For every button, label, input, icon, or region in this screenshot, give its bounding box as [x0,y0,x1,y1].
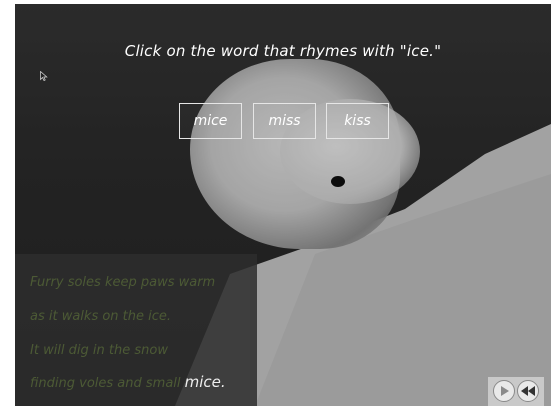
poem-highlight-word: mice. [184,373,226,391]
play-forward-icon[interactable] [493,380,515,402]
mouse-pointer-icon [40,71,48,81]
choice-mice-button[interactable]: mice [179,103,242,139]
choice-miss-button[interactable]: miss [253,103,316,139]
poem-line-4-text: finding voles and small [30,376,181,391]
poem-line-2: as it walks on the ice. [30,309,172,324]
poem-line-1: Furry soles keep paws warm [30,275,216,290]
poem-line-4: finding voles and small mice. [30,373,226,391]
choice-kiss-button[interactable]: kiss [326,103,389,139]
navigation-controls [488,377,544,406]
rewind-back-icon [521,386,535,396]
poem-panel: Furry soles keep paws warm as it walks o… [15,254,257,406]
play-forward-icon [501,386,509,396]
slide-stage: Click on the word that rhymes with "ice.… [15,4,551,406]
rewind-back-icon[interactable] [517,380,539,402]
question-prompt: Click on the word that rhymes with "ice.… [124,42,442,60]
poem-line-3: It will dig in the snow [30,343,168,358]
